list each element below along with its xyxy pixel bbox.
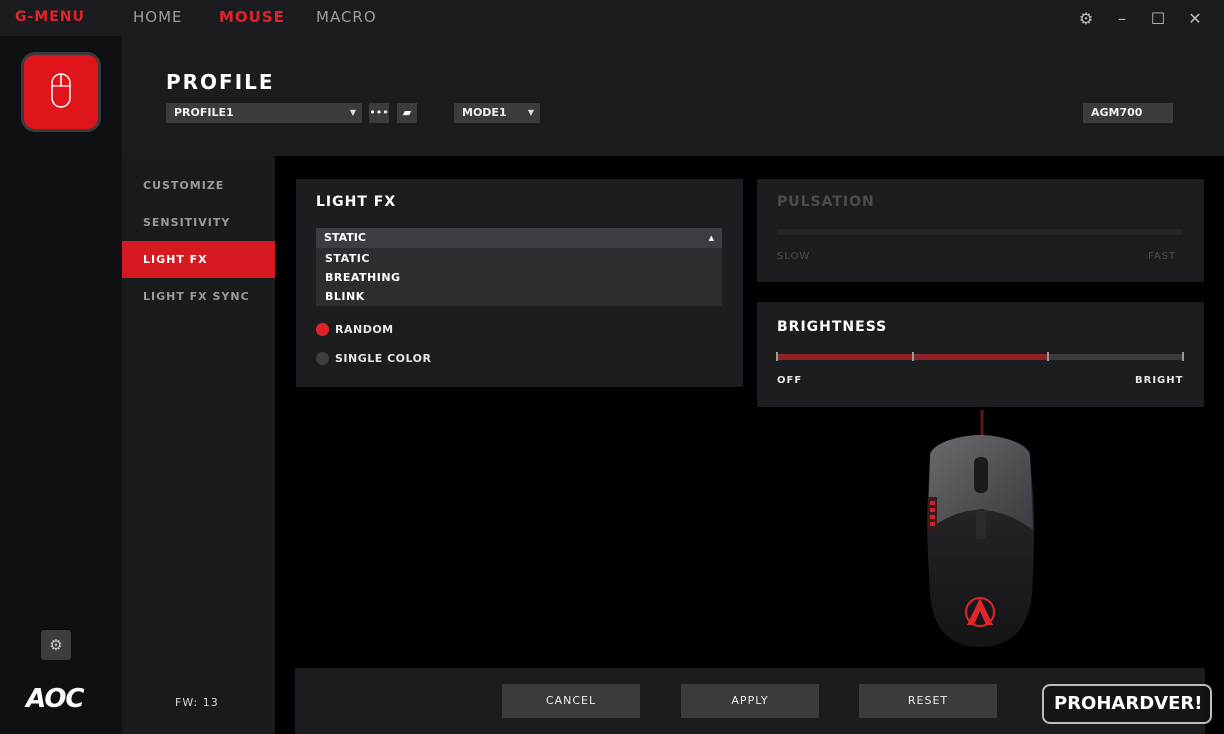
brightness-max-label: BRIGHT bbox=[1135, 375, 1184, 386]
copy-profile-button[interactable]: ▰ bbox=[397, 103, 417, 123]
effect-select[interactable]: STATIC ▲ bbox=[316, 228, 722, 248]
settings-gear-icon[interactable]: ⚙ bbox=[1075, 8, 1097, 30]
chevron-up-icon: ▲ bbox=[708, 234, 714, 242]
device-name-badge: AGM700 bbox=[1083, 103, 1173, 123]
tab-home[interactable]: HOME bbox=[133, 8, 183, 26]
page-title: PROFILE bbox=[166, 70, 275, 94]
light-fx-title: LIGHT FX bbox=[316, 194, 397, 210]
brightness-title: BRIGHTNESS bbox=[777, 319, 888, 335]
sidebar-item-customize[interactable]: CUSTOMIZE bbox=[122, 167, 275, 204]
mouse-product-image bbox=[927, 410, 1035, 647]
reset-button[interactable]: RESET bbox=[859, 684, 997, 718]
mouse-device-button[interactable] bbox=[21, 52, 101, 132]
close-icon[interactable]: ✕ bbox=[1184, 8, 1206, 30]
profile-dropdown[interactable]: PROFILE1 ▼ bbox=[166, 103, 362, 123]
sidebar-item-sensitivity[interactable]: SENSITIVITY bbox=[122, 204, 275, 241]
mouse-icon bbox=[51, 73, 71, 108]
maximize-icon[interactable]: ☐ bbox=[1147, 8, 1169, 30]
effect-option-static[interactable]: STATIC bbox=[325, 252, 370, 265]
tab-mouse[interactable]: MOUSE bbox=[219, 8, 285, 26]
profile-dropdown-value: PROFILE1 bbox=[174, 106, 234, 119]
single-color-radio[interactable] bbox=[316, 352, 329, 365]
ellipsis-icon: ••• bbox=[369, 106, 389, 119]
apply-button[interactable]: APPLY bbox=[681, 684, 819, 718]
global-settings-gear-icon[interactable]: ⚙ bbox=[41, 630, 71, 660]
random-label[interactable]: RANDOM bbox=[335, 323, 394, 336]
minimize-icon[interactable]: – bbox=[1111, 8, 1133, 30]
chevron-down-icon: ▼ bbox=[527, 108, 534, 117]
brightness-tick bbox=[912, 352, 914, 361]
brightness-tick bbox=[776, 352, 778, 361]
mode-dropdown[interactable]: MODE1 ▼ bbox=[454, 103, 540, 123]
brightness-min-label: OFF bbox=[777, 375, 803, 386]
pulsation-max-label: FAST bbox=[1148, 251, 1177, 262]
single-color-label[interactable]: SINGLE COLOR bbox=[335, 352, 431, 365]
effect-select-value: STATIC bbox=[324, 231, 366, 244]
copy-icon: ▰ bbox=[402, 106, 412, 119]
pulsation-min-label: SLOW bbox=[777, 251, 811, 262]
pulsation-slider bbox=[777, 229, 1183, 235]
sidebar-item-light-fx[interactable]: LIGHT FX bbox=[122, 241, 275, 278]
mode-dropdown-value: MODE1 bbox=[462, 106, 507, 119]
firmware-version: FW: 13 bbox=[175, 696, 219, 709]
watermark: PROHARDVER! bbox=[1042, 684, 1212, 724]
more-options-button[interactable]: ••• bbox=[369, 103, 389, 123]
tab-macro[interactable]: MACRO bbox=[316, 8, 377, 26]
effect-option-breathing[interactable]: BREATHING bbox=[325, 271, 401, 284]
app-brand: G-MENU bbox=[15, 9, 85, 25]
title-bar bbox=[0, 0, 1224, 36]
brightness-tick bbox=[1047, 352, 1049, 361]
cancel-button[interactable]: CANCEL bbox=[502, 684, 640, 718]
random-radio[interactable] bbox=[316, 323, 329, 336]
profile-header bbox=[122, 36, 1224, 156]
brightness-tick bbox=[1182, 352, 1184, 361]
chevron-down-icon: ▼ bbox=[349, 108, 356, 117]
aoc-logo: AOC bbox=[26, 684, 85, 714]
effect-option-blink[interactable]: BLINK bbox=[325, 290, 365, 303]
sidebar-item-light-fx-sync[interactable]: LIGHT FX SYNC bbox=[122, 278, 275, 315]
pulsation-title: PULSATION bbox=[777, 194, 875, 210]
